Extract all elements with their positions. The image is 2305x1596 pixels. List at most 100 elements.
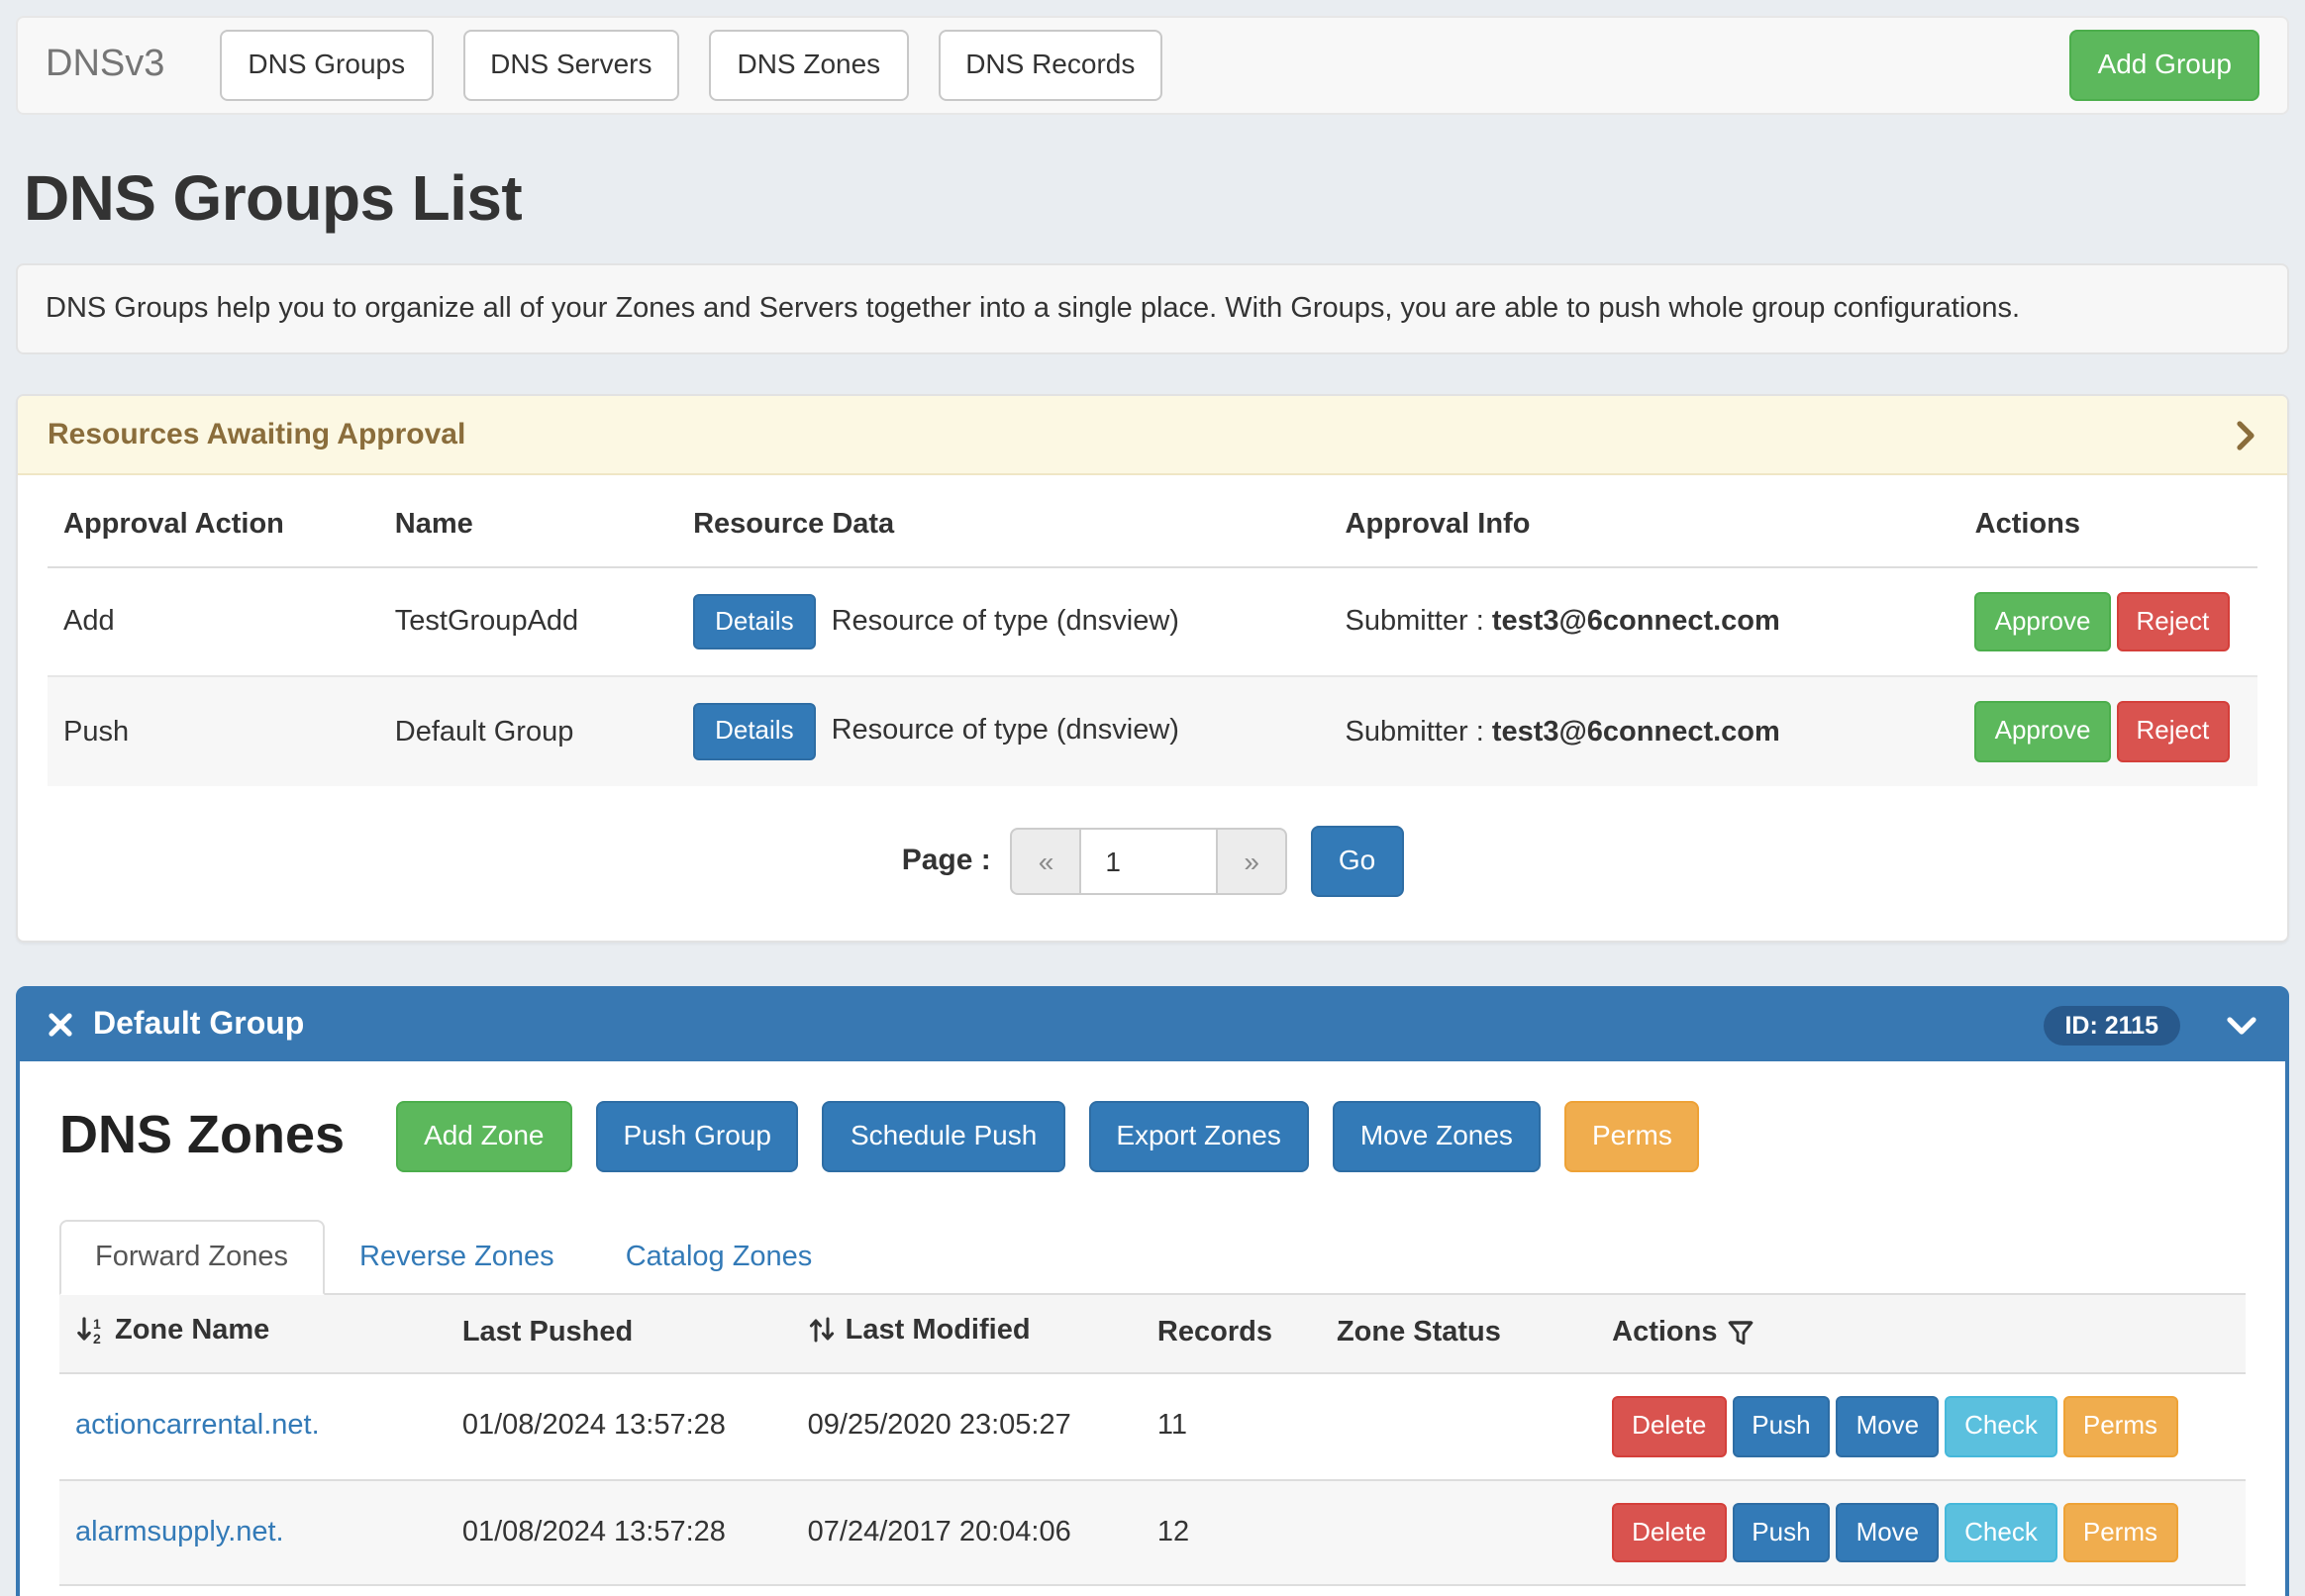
sort-updown-icon[interactable]	[808, 1315, 836, 1345]
group-id-badge: ID: 2115	[2043, 1006, 2180, 1046]
next-page-button[interactable]: »	[1218, 828, 1287, 895]
submitter-email: test3@6connect.com	[1492, 716, 1780, 748]
last-modified-cell: 01/03/2024 19:10:17	[792, 1585, 1142, 1596]
zones-table-header-row: 1 2 Zone Name Last Pushed	[59, 1294, 2246, 1373]
last-pushed-cell: 01/08/2024 13:57:35	[447, 1585, 792, 1596]
approval-action-cell: Add	[48, 567, 379, 677]
col-zone-name[interactable]: 1 2 Zone Name	[59, 1294, 447, 1373]
col-records: Records	[1142, 1294, 1321, 1373]
nav-dns-groups[interactable]: DNS Groups	[220, 30, 433, 101]
approve-button[interactable]: Approve	[1975, 592, 2111, 652]
submitter-label: Submitter :	[1346, 716, 1484, 748]
approval-panel: Resources Awaiting Approval Approval Act…	[16, 394, 2289, 943]
svg-text:1: 1	[93, 1316, 101, 1332]
chevron-right-icon[interactable]	[2234, 419, 2257, 450]
zone-name-cell: actioncarrental.net.	[59, 1373, 447, 1479]
add-zone-button[interactable]: Add Zone	[396, 1101, 571, 1172]
zone-link[interactable]: actioncarrental.net.	[75, 1411, 320, 1443]
last-modified-cell: 07/24/2017 20:04:06	[792, 1479, 1142, 1585]
check-zone-button[interactable]: Check	[1945, 1396, 2057, 1456]
col-last-modified-label: Last Modified	[846, 1314, 1031, 1346]
zones-table: 1 2 Zone Name Last Pushed	[59, 1294, 2246, 1596]
tab-forward-zones[interactable]: Forward Zones	[59, 1219, 324, 1294]
approval-actions-cell: ApproveReject	[1959, 677, 2257, 786]
move-zone-button[interactable]: Move	[1837, 1396, 1940, 1456]
zone-row: alarmsupply.net. 01/08/2024 13:57:28 07/…	[59, 1479, 2246, 1585]
group-panel: Default Group ID: 2115 DNS Zones Add Zon…	[16, 986, 2289, 1596]
reject-button[interactable]: Reject	[2116, 592, 2229, 652]
col-approval-action: Approval Action	[48, 483, 379, 567]
approval-name-cell: Default Group	[379, 677, 677, 786]
zone-link[interactable]: alarmsupply.net.	[75, 1517, 284, 1548]
zone-status-cell	[1321, 1479, 1596, 1585]
records-cell: 11	[1142, 1373, 1321, 1479]
svg-text:2: 2	[93, 1331, 101, 1345]
approval-row: Push Default Group DetailsResource of ty…	[48, 677, 2257, 786]
page-number-input[interactable]	[1079, 828, 1218, 895]
reject-button[interactable]: Reject	[2116, 702, 2229, 762]
col-zone-status: Zone Status	[1321, 1294, 1596, 1373]
chevron-down-icon[interactable]	[2226, 1014, 2257, 1038]
approval-row: Add TestGroupAdd Details Resource of type…	[48, 567, 2257, 677]
approval-name-cell: TestGroupAdd	[379, 567, 677, 677]
export-zones-button[interactable]: Export Zones	[1088, 1101, 1309, 1172]
last-modified-cell: 09/25/2020 23:05:27	[792, 1373, 1142, 1479]
col-approval-info: Approval Info	[1330, 483, 1959, 567]
approval-table: Approval Action Name Resource Data Appro…	[48, 483, 2257, 786]
zone-actions-cell: DeletePushMoveCheckPerms	[1596, 1479, 2246, 1585]
col-zone-actions: Actions	[1596, 1294, 2246, 1373]
col-last-pushed: Last Pushed	[447, 1294, 792, 1373]
group-panel-body: DNS Zones Add Zone Push Group Schedule P…	[20, 1061, 2285, 1596]
zone-actions-cell: DeletePushMoveCheckPerms	[1596, 1585, 2246, 1596]
resource-type-text: Resource of type (dnsview)	[832, 606, 1179, 638]
top-navbar: DNSv3 DNS Groups DNS Servers DNS Zones D…	[16, 16, 2289, 115]
col-name: Name	[379, 483, 677, 567]
nav-dns-servers[interactable]: DNS Servers	[462, 30, 679, 101]
zone-name-cell: alarmsupply.net.	[59, 1479, 447, 1585]
approval-action-cell: Push	[48, 677, 379, 786]
delete-zone-button[interactable]: Delete	[1612, 1502, 1726, 1562]
move-zone-button[interactable]: Move	[1837, 1502, 1940, 1562]
approve-button[interactable]: Approve	[1975, 702, 2111, 762]
tab-reverse-zones[interactable]: Reverse Zones	[324, 1219, 590, 1294]
go-button[interactable]: Go	[1311, 826, 1403, 897]
perms-zone-button[interactable]: Perms	[2063, 1396, 2177, 1456]
close-icon[interactable]	[48, 1013, 73, 1039]
approval-resource-cell: DetailsResource of type (dnsview)	[677, 677, 1329, 786]
approval-panel-header[interactable]: Resources Awaiting Approval	[18, 396, 2287, 475]
push-zone-button[interactable]: Push	[1732, 1502, 1830, 1562]
approval-info-cell: Submitter : test3@6connect.com	[1330, 677, 1959, 786]
page-label: Page :	[902, 845, 991, 878]
zones-heading: DNS Zones	[59, 1105, 345, 1166]
tab-catalog-zones[interactable]: Catalog Zones	[590, 1219, 849, 1294]
move-zones-button[interactable]: Move Zones	[1333, 1101, 1541, 1172]
page-title: DNS Groups List	[24, 162, 2281, 236]
group-panel-header: Default Group ID: 2115	[20, 990, 2285, 1061]
check-zone-button[interactable]: Check	[1945, 1502, 2057, 1562]
approval-actions-cell: ApproveReject	[1959, 567, 2257, 677]
add-group-button[interactable]: Add Group	[2070, 30, 2259, 101]
col-zone-actions-label: Actions	[1612, 1318, 1717, 1349]
schedule-push-button[interactable]: Schedule Push	[823, 1101, 1064, 1172]
prev-page-button[interactable]: «	[1011, 828, 1080, 895]
pagination: Page : « » Go	[48, 826, 2257, 897]
perms-zone-button[interactable]: Perms	[2063, 1502, 2177, 1562]
filter-funnel-icon[interactable]	[1727, 1320, 1754, 1347]
zones-tabs: Forward Zones Reverse Zones Catalog Zone…	[59, 1219, 2246, 1294]
submitter-label: Submitter :	[1346, 606, 1484, 638]
nav-dns-zones[interactable]: DNS Zones	[709, 30, 908, 101]
details-button[interactable]: Details	[693, 704, 816, 760]
sort-numeric-icon[interactable]: 1 2	[75, 1315, 105, 1345]
zone-row: allvalleyas.com. 01/08/2024 13:57:35 01/…	[59, 1585, 2246, 1596]
push-group-button[interactable]: Push Group	[596, 1101, 799, 1172]
col-last-modified[interactable]: Last Modified	[792, 1294, 1142, 1373]
details-button[interactable]: Details	[693, 594, 816, 650]
approval-panel-title: Resources Awaiting Approval	[48, 418, 465, 451]
perms-button[interactable]: Perms	[1564, 1101, 1700, 1172]
delete-zone-button[interactable]: Delete	[1612, 1396, 1726, 1456]
zone-actions-cell: DeletePushMoveCheckPerms	[1596, 1373, 2246, 1479]
push-zone-button[interactable]: Push	[1732, 1396, 1830, 1456]
approval-table-header-row: Approval Action Name Resource Data Appro…	[48, 483, 2257, 567]
nav-dns-records[interactable]: DNS Records	[938, 30, 1162, 101]
zone-status-cell	[1321, 1373, 1596, 1479]
